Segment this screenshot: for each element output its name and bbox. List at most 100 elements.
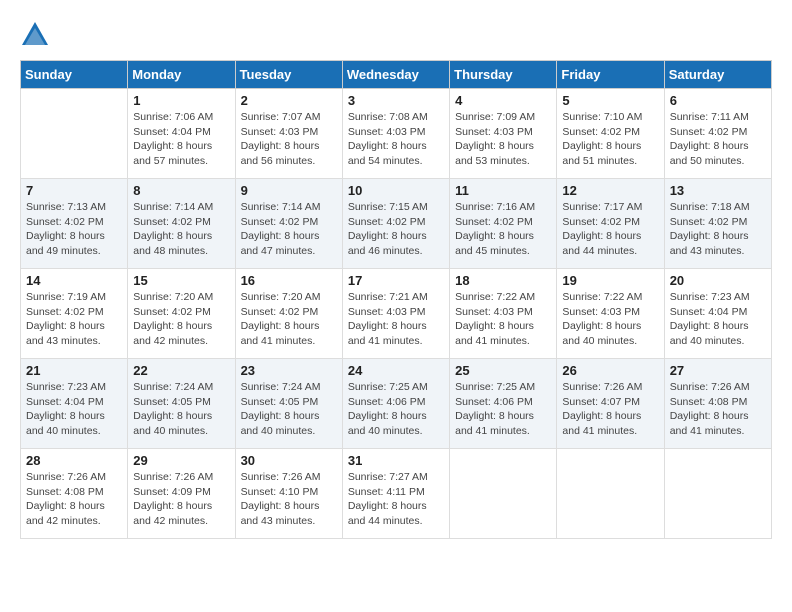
- day-number: 26: [562, 363, 658, 378]
- day-number: 3: [348, 93, 444, 108]
- calendar-cell: 30Sunrise: 7:26 AM Sunset: 4:10 PM Dayli…: [235, 449, 342, 539]
- calendar-cell: 24 Sunrise: 7:25 AM Sunset: 4:06 PM Dayli…: [342, 359, 449, 449]
- day-info: Sunrise: 7:07 AM Sunset: 4:03 PM Dayligh…: [241, 110, 337, 169]
- page-header: [20, 20, 772, 50]
- day-info: Sunrise: 7:23 AM Sunset: 4:04 PM Dayligh…: [26, 380, 122, 439]
- day-number: 4: [455, 93, 551, 108]
- week-row-3: 14 Sunrise: 7:19 AM Sunset: 4:02 PM Dayli…: [21, 269, 772, 359]
- weekday-header-wednesday: Wednesday: [342, 61, 449, 89]
- day-info: Sunrise: 7:22 AM Sunset: 4:03 PM Dayligh…: [562, 290, 658, 349]
- day-info: Sunrise: 7:20 AM Sunset: 4:02 PM Dayligh…: [241, 290, 337, 349]
- day-info: Sunrise: 7:26 AM Sunset: 4:08 PM Dayligh…: [26, 470, 122, 529]
- weekday-header-row: SundayMondayTuesdayWednesdayThursdayFrid…: [21, 61, 772, 89]
- calendar-cell: 19 Sunrise: 7:22 AM Sunset: 4:03 PM Dayli…: [557, 269, 664, 359]
- calendar-cell: 18 Sunrise: 7:22 AM Sunset: 4:03 PM Dayli…: [450, 269, 557, 359]
- day-info: Sunrise: 7:25 AM Sunset: 4:06 PM Dayligh…: [455, 380, 551, 439]
- day-number: 16: [241, 273, 337, 288]
- week-row-5: 28 Sunrise: 7:26 AM Sunset: 4:08 PM Dayli…: [21, 449, 772, 539]
- day-number: 2: [241, 93, 337, 108]
- logo: [20, 20, 54, 50]
- day-number: 29: [133, 453, 229, 468]
- day-info: Sunrise: 7:24 AM Sunset: 4:05 PM Dayligh…: [133, 380, 229, 439]
- calendar-cell: 17 Sunrise: 7:21 AM Sunset: 4:03 PM Dayli…: [342, 269, 449, 359]
- calendar-cell: 31 Sunrise: 7:27 AM Sunset: 4:11 PM Dayli…: [342, 449, 449, 539]
- day-number: 14: [26, 273, 122, 288]
- day-info: Sunrise: 7:19 AM Sunset: 4:02 PM Dayligh…: [26, 290, 122, 349]
- calendar-cell: 26 Sunrise: 7:26 AM Sunset: 4:07 PM Dayli…: [557, 359, 664, 449]
- day-number: 11: [455, 183, 551, 198]
- calendar-cell: 15 Sunrise: 7:20 AM Sunset: 4:02 PM Dayli…: [128, 269, 235, 359]
- day-number: 31: [348, 453, 444, 468]
- day-number: 7: [26, 183, 122, 198]
- day-number: 23: [241, 363, 337, 378]
- day-number: 17: [348, 273, 444, 288]
- weekday-header-tuesday: Tuesday: [235, 61, 342, 89]
- calendar-cell: 27 Sunrise: 7:26 AM Sunset: 4:08 PM Dayli…: [664, 359, 771, 449]
- day-number: 1: [133, 93, 229, 108]
- day-number: 9: [241, 183, 337, 198]
- day-info: Sunrise: 7:22 AM Sunset: 4:03 PM Dayligh…: [455, 290, 551, 349]
- day-number: 24: [348, 363, 444, 378]
- weekday-header-saturday: Saturday: [664, 61, 771, 89]
- calendar-cell: 22 Sunrise: 7:24 AM Sunset: 4:05 PM Dayli…: [128, 359, 235, 449]
- day-info: Sunrise: 7:26 AM Sunset: 4:07 PM Dayligh…: [562, 380, 658, 439]
- calendar-cell: 10 Sunrise: 7:15 AM Sunset: 4:02 PM Dayli…: [342, 179, 449, 269]
- day-info: Sunrise: 7:27 AM Sunset: 4:11 PM Dayligh…: [348, 470, 444, 529]
- calendar-cell: 8 Sunrise: 7:14 AM Sunset: 4:02 PM Daylig…: [128, 179, 235, 269]
- week-row-4: 21 Sunrise: 7:23 AM Sunset: 4:04 PM Dayli…: [21, 359, 772, 449]
- weekday-header-thursday: Thursday: [450, 61, 557, 89]
- day-info: Sunrise: 7:24 AM Sunset: 4:05 PM Dayligh…: [241, 380, 337, 439]
- day-info: Sunrise: 7:20 AM Sunset: 4:02 PM Dayligh…: [133, 290, 229, 349]
- day-number: 8: [133, 183, 229, 198]
- day-number: 21: [26, 363, 122, 378]
- calendar-cell: 12 Sunrise: 7:17 AM Sunset: 4:02 PM Dayli…: [557, 179, 664, 269]
- day-info: Sunrise: 7:09 AM Sunset: 4:03 PM Dayligh…: [455, 110, 551, 169]
- calendar-cell: [450, 449, 557, 539]
- day-info: Sunrise: 7:14 AM Sunset: 4:02 PM Dayligh…: [133, 200, 229, 259]
- weekday-header-friday: Friday: [557, 61, 664, 89]
- day-number: 13: [670, 183, 766, 198]
- calendar-cell: 29 Sunrise: 7:26 AM Sunset: 4:09 PM Dayli…: [128, 449, 235, 539]
- calendar-cell: 25Sunrise: 7:25 AM Sunset: 4:06 PM Dayli…: [450, 359, 557, 449]
- day-info: Sunrise: 7:26 AM Sunset: 4:08 PM Dayligh…: [670, 380, 766, 439]
- day-number: 20: [670, 273, 766, 288]
- day-number: 28: [26, 453, 122, 468]
- day-number: 10: [348, 183, 444, 198]
- day-number: 22: [133, 363, 229, 378]
- day-number: 18: [455, 273, 551, 288]
- calendar-cell: 6Sunrise: 7:11 AM Sunset: 4:02 PM Daylig…: [664, 89, 771, 179]
- calendar-cell: 5Sunrise: 7:10 AM Sunset: 4:02 PM Daylig…: [557, 89, 664, 179]
- day-info: Sunrise: 7:14 AM Sunset: 4:02 PM Dayligh…: [241, 200, 337, 259]
- logo-icon: [20, 20, 50, 50]
- calendar-cell: 16 Sunrise: 7:20 AM Sunset: 4:02 PM Dayli…: [235, 269, 342, 359]
- calendar-cell: 23 Sunrise: 7:24 AM Sunset: 4:05 PM Dayli…: [235, 359, 342, 449]
- day-info: Sunrise: 7:16 AM Sunset: 4:02 PM Dayligh…: [455, 200, 551, 259]
- calendar-cell: [557, 449, 664, 539]
- day-number: 15: [133, 273, 229, 288]
- day-number: 19: [562, 273, 658, 288]
- calendar-cell: [664, 449, 771, 539]
- day-info: Sunrise: 7:26 AM Sunset: 4:09 PM Dayligh…: [133, 470, 229, 529]
- day-info: Sunrise: 7:25 AM Sunset: 4:06 PM Dayligh…: [348, 380, 444, 439]
- calendar-cell: [21, 89, 128, 179]
- calendar-cell: 9 Sunrise: 7:14 AM Sunset: 4:02 PM Daylig…: [235, 179, 342, 269]
- day-info: Sunrise: 7:13 AM Sunset: 4:02 PM Dayligh…: [26, 200, 122, 259]
- day-number: 27: [670, 363, 766, 378]
- day-info: Sunrise: 7:18 AM Sunset: 4:02 PM Dayligh…: [670, 200, 766, 259]
- day-info: Sunrise: 7:17 AM Sunset: 4:02 PM Dayligh…: [562, 200, 658, 259]
- day-info: Sunrise: 7:08 AM Sunset: 4:03 PM Dayligh…: [348, 110, 444, 169]
- calendar-cell: 11 Sunrise: 7:16 AM Sunset: 4:02 PM Dayli…: [450, 179, 557, 269]
- week-row-1: 1Sunrise: 7:06 AM Sunset: 4:04 PM Daylig…: [21, 89, 772, 179]
- day-info: Sunrise: 7:15 AM Sunset: 4:02 PM Dayligh…: [348, 200, 444, 259]
- day-info: Sunrise: 7:21 AM Sunset: 4:03 PM Dayligh…: [348, 290, 444, 349]
- calendar-cell: 1Sunrise: 7:06 AM Sunset: 4:04 PM Daylig…: [128, 89, 235, 179]
- day-number: 12: [562, 183, 658, 198]
- week-row-2: 7 Sunrise: 7:13 AM Sunset: 4:02 PM Daylig…: [21, 179, 772, 269]
- day-number: 30: [241, 453, 337, 468]
- calendar-cell: 14 Sunrise: 7:19 AM Sunset: 4:02 PM Dayli…: [21, 269, 128, 359]
- weekday-header-monday: Monday: [128, 61, 235, 89]
- calendar-cell: 28 Sunrise: 7:26 AM Sunset: 4:08 PM Dayli…: [21, 449, 128, 539]
- calendar-cell: 7 Sunrise: 7:13 AM Sunset: 4:02 PM Daylig…: [21, 179, 128, 269]
- day-info: Sunrise: 7:10 AM Sunset: 4:02 PM Dayligh…: [562, 110, 658, 169]
- day-info: Sunrise: 7:11 AM Sunset: 4:02 PM Dayligh…: [670, 110, 766, 169]
